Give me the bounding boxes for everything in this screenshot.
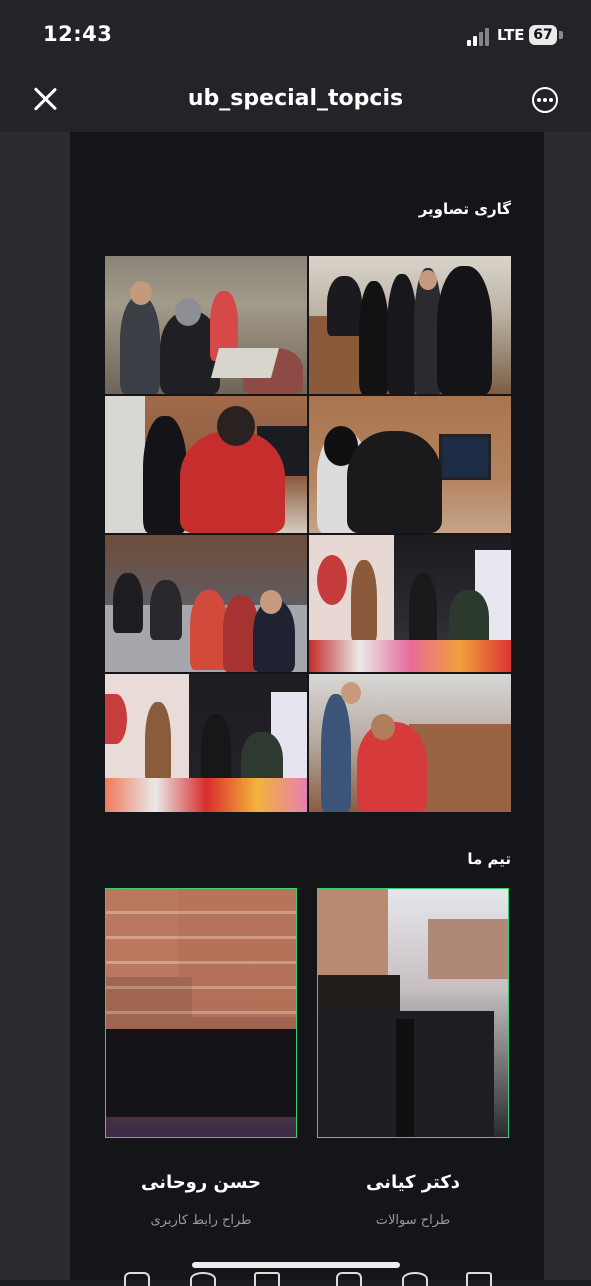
team-member-photo[interactable]	[317, 888, 509, 1138]
member-role: طراح رابط کاربری	[150, 1213, 252, 1228]
member-role: طراح سوالات	[375, 1213, 451, 1228]
instagram-icon[interactable]	[124, 1272, 150, 1286]
social-icon[interactable]	[190, 1272, 216, 1286]
footer-icons	[0, 1272, 591, 1286]
status-bar: 12:43 LTE 67	[0, 0, 591, 66]
home-indicator[interactable]	[192, 1262, 400, 1268]
status-time: 12:43	[43, 22, 113, 46]
linkedin-icon[interactable]	[254, 1272, 280, 1286]
gallery-photo[interactable]	[105, 256, 307, 394]
network-type: LTE	[497, 26, 525, 44]
battery-icon: 67	[529, 25, 557, 45]
signal-icon	[467, 28, 491, 46]
gallery-photo[interactable]	[309, 674, 511, 812]
social-icon[interactable]	[402, 1272, 428, 1286]
photo-gallery	[105, 256, 511, 812]
gallery-title: گاری تصاویر	[418, 200, 511, 218]
member-name: حسن روحانی	[140, 1172, 261, 1193]
gallery-photo[interactable]	[105, 535, 307, 672]
page-title: ub_special_topcis	[187, 86, 404, 111]
gallery-photo[interactable]	[309, 535, 511, 672]
member-name: دکتر کیانی	[365, 1172, 461, 1193]
gallery-photo[interactable]	[105, 396, 307, 533]
gallery-photo[interactable]	[105, 674, 307, 812]
gallery-photo[interactable]	[309, 256, 511, 394]
team-member-photo[interactable]	[105, 888, 297, 1138]
nav-bar: ub_special_topcis	[0, 66, 591, 132]
more-options-icon[interactable]	[532, 87, 558, 113]
gallery-photo[interactable]	[309, 396, 511, 533]
linkedin-icon[interactable]	[466, 1272, 492, 1286]
instagram-icon[interactable]	[336, 1272, 362, 1286]
team-title: تیم ما	[467, 850, 511, 868]
battery-tip	[559, 31, 563, 39]
